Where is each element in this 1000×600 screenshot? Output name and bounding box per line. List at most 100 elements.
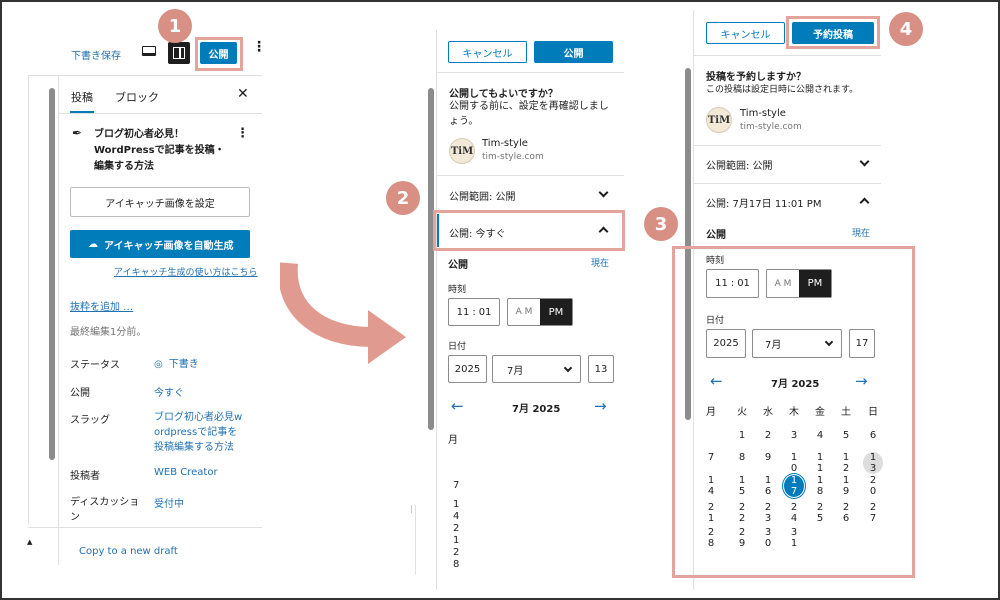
am-pm-toggle[interactable]: A M PM	[507, 298, 573, 326]
calendar-day-today[interactable]: 13	[863, 452, 883, 474]
now-link[interactable]: 現在	[591, 256, 609, 269]
calendar-day[interactable]: 9	[759, 452, 777, 463]
calendar-day[interactable]: 20	[864, 475, 882, 497]
author-value[interactable]: WEB Creator	[154, 467, 218, 478]
am-pm-toggle[interactable]: A M PM	[766, 269, 832, 298]
prev-month-icon[interactable]: ←	[451, 397, 464, 415]
settings-toggle-button[interactable]	[168, 42, 190, 64]
next-month-icon[interactable]: →	[855, 372, 868, 390]
prev-month-icon[interactable]: ←	[710, 372, 723, 390]
scroll-up-icon[interactable]: ▲	[27, 538, 32, 546]
day-input[interactable]: 17	[849, 329, 875, 358]
discussion-value[interactable]: 受付中	[154, 495, 184, 510]
calendar-day[interactable]: 27	[864, 502, 882, 524]
now-link[interactable]: 現在	[852, 226, 870, 239]
weekday-header: 木	[789, 407, 799, 418]
weekday-header: 土	[841, 407, 851, 418]
save-draft-button[interactable]: 下書き保存	[71, 47, 121, 62]
calendar-day[interactable]: 31	[785, 527, 803, 549]
calendar-day[interactable]: 11	[811, 452, 829, 474]
year-input[interactable]: 2025	[706, 329, 746, 358]
calendar-day[interactable]: 10	[785, 452, 803, 474]
time-input[interactable]: 11:01	[448, 298, 500, 326]
curved-arrow-icon	[280, 262, 406, 364]
calendar-day[interactable]: 14	[702, 475, 720, 497]
slug-value[interactable]: ブログ初心者必見wordpressで記事を投稿編集する方法	[154, 410, 246, 455]
calendar-title: 7月 2025	[512, 404, 561, 415]
tab-block[interactable]: ブロック	[115, 89, 159, 105]
am-button[interactable]: A M	[508, 307, 540, 317]
calendar-day[interactable]: 2	[759, 430, 777, 441]
calendar-day[interactable]: 8	[733, 452, 751, 463]
set-featured-image-button[interactable]: アイキャッチ画像を設定	[70, 187, 250, 217]
schedule-button[interactable]: 予約投稿	[792, 22, 874, 44]
featured-help-link[interactable]: アイキャッチ生成の使い方はこちら	[114, 265, 258, 278]
day-input[interactable]: 13	[588, 355, 614, 383]
scrollbar[interactable]	[428, 88, 434, 430]
scrollbar[interactable]	[49, 88, 55, 460]
calendar-day[interactable]: 12	[837, 452, 855, 474]
month-select[interactable]: 7月	[492, 355, 581, 383]
calendar-day[interactable]: 16	[759, 475, 777, 497]
cancel-button[interactable]: キャンセル	[706, 22, 785, 44]
calendar-day[interactable]: 3	[785, 430, 803, 441]
calendar-day[interactable]: 5	[837, 430, 855, 441]
am-button[interactable]: A M	[767, 279, 799, 289]
calendar-day[interactable]: 6	[864, 430, 882, 441]
auto-generate-featured-button[interactable]: ☁ アイキャッチ画像を自動生成	[70, 230, 250, 258]
calendar-day[interactable]: 26	[837, 502, 855, 524]
site-url: tim-style.com	[740, 122, 802, 132]
calendar-day[interactable]: 4	[811, 430, 829, 441]
tab-post[interactable]: 投稿	[71, 89, 93, 105]
publish-button[interactable]: 公開	[200, 42, 237, 64]
publish-value[interactable]: 今すぐ	[154, 384, 184, 399]
add-excerpt-link[interactable]: 抜粋を追加 …	[70, 298, 133, 313]
site-url: tim-style.com	[482, 152, 544, 162]
pm-button[interactable]: PM	[799, 270, 831, 297]
close-icon[interactable]: ✕	[237, 86, 249, 102]
calendar-day[interactable]: 1	[733, 430, 751, 441]
next-month-icon[interactable]: →	[594, 397, 607, 415]
calendar-day-selected[interactable]: 17	[782, 473, 806, 499]
calendar-day[interactable]: 30	[759, 527, 777, 549]
calendar-day[interactable]: 28	[702, 527, 720, 549]
status-value[interactable]: ◎ 下書き	[154, 355, 199, 370]
calendar-day[interactable]: 19	[837, 475, 855, 497]
calendar-day[interactable]: 23	[759, 502, 777, 524]
calendar-day[interactable]: 15	[733, 475, 751, 497]
publish-time-row[interactable]: 公開: 7月17日 11:01 PM	[706, 195, 821, 210]
cancel-button[interactable]: キャンセル	[448, 41, 527, 63]
year-input[interactable]: 2025	[448, 355, 487, 383]
post-title: ブログ初心者必見！WordPressで記事を投稿・編集する方法	[94, 129, 225, 172]
time-label: 時刻	[448, 285, 467, 295]
confirm-description: 公開する前に、設定を再確認しましょう。	[449, 101, 609, 127]
pm-button[interactable]: PM	[540, 299, 572, 325]
month-select[interactable]: 7月	[752, 329, 842, 358]
step-badge-1: 1	[158, 9, 192, 43]
copy-draft-link[interactable]: Copy to a new draft	[79, 546, 178, 557]
calendar-day[interactable]: 7	[702, 452, 720, 463]
calendar-day[interactable]: 25	[811, 502, 829, 524]
post-options-icon[interactable]: ⋮	[236, 126, 249, 141]
preview-icon[interactable]	[142, 46, 156, 56]
final-publish-button[interactable]: 公開	[534, 41, 613, 63]
chevron-down-icon	[824, 337, 834, 347]
visibility-row[interactable]: 公開範囲: 公開	[706, 157, 773, 172]
calendar-day[interactable]: 21	[702, 502, 720, 524]
confirm-description: この投稿は設定日時に公開されます。	[706, 85, 859, 95]
last-edited-text: 最終編集1分前。	[70, 327, 147, 338]
calendar-day[interactable]: 18	[811, 475, 829, 497]
weekday-header: 日	[868, 407, 878, 418]
visibility-row[interactable]: 公開範囲: 公開	[449, 188, 516, 203]
step-badge-2: 2	[386, 181, 420, 215]
publish-time-row[interactable]: 公開: 今すぐ	[449, 225, 506, 240]
publish-label: 公開	[70, 388, 90, 399]
calendar-day[interactable]: 22	[733, 502, 751, 524]
time-input[interactable]: 11:01	[706, 269, 759, 298]
weekday-header: 月	[706, 407, 716, 418]
calendar-day[interactable]: 29	[733, 527, 751, 549]
weekday-header: 金	[815, 407, 825, 418]
draft-status-icon: ◎	[154, 359, 163, 370]
options-menu-icon[interactable]: ⋮	[252, 40, 266, 54]
calendar-day[interactable]: 24	[785, 502, 803, 524]
